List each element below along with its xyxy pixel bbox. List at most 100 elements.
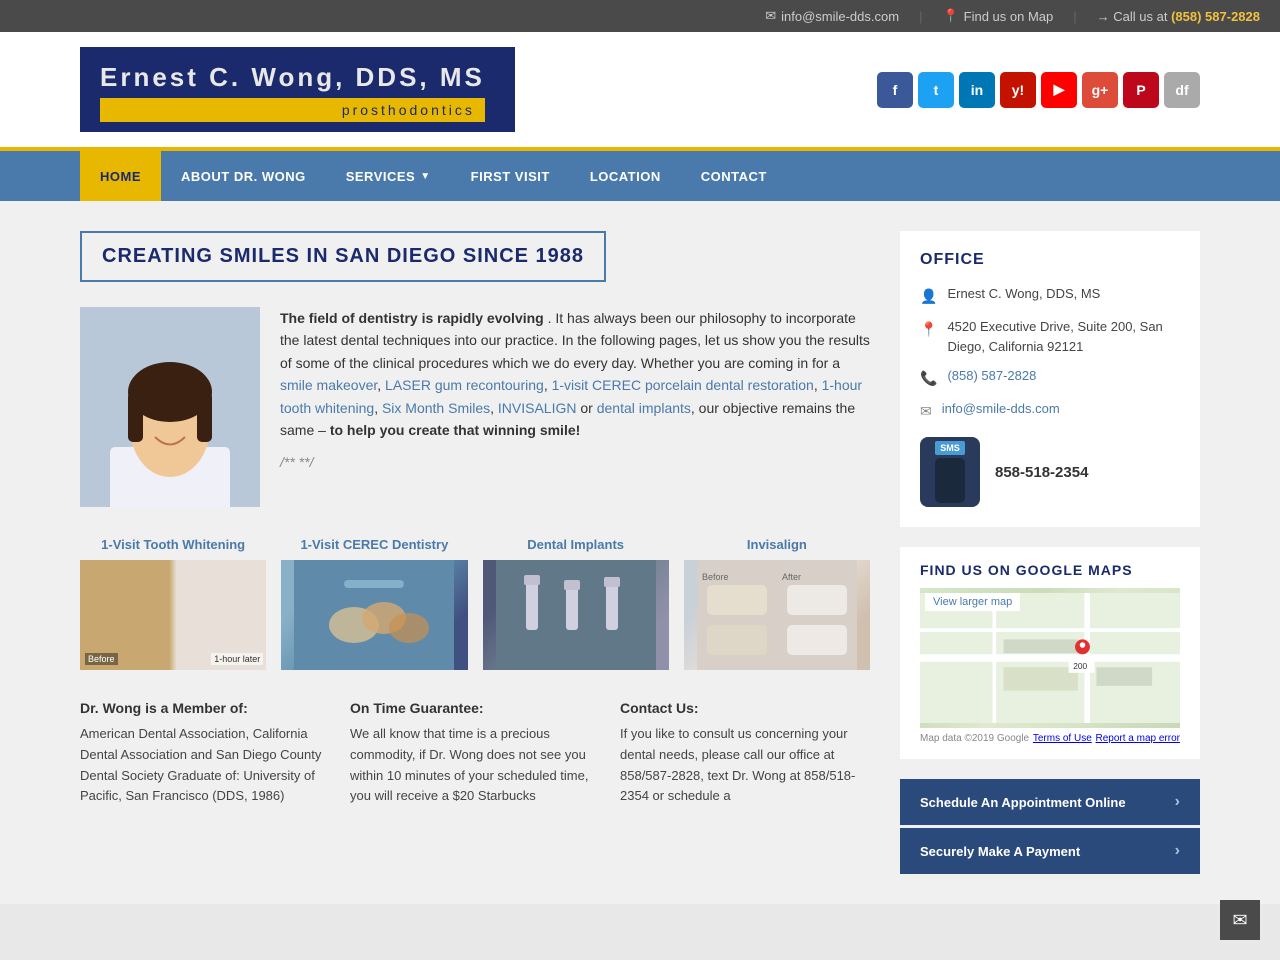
services-grid: 1-Visit Tooth Whitening 1-Visit CEREC De…: [80, 537, 870, 670]
nav-about-label: ABOUT DR. WONG: [181, 169, 306, 184]
service-whitening-image: [80, 560, 266, 670]
cta-buttons: Schedule An Appointment Online › Securel…: [900, 779, 1200, 874]
office-heading: OFFICE: [920, 251, 1180, 269]
nav-contact[interactable]: CONTACT: [681, 151, 787, 201]
map-icon: 📍: [942, 8, 958, 24]
office-email: ✉ info@smile-dds.com: [920, 399, 1180, 422]
map-data-label: Map data ©2019 Google: [920, 733, 1029, 744]
dental-implants-link[interactable]: dental implants: [597, 400, 691, 416]
svg-text:Before: Before: [702, 572, 729, 582]
map-preview: 200 View larger map: [920, 588, 1180, 728]
service-invisalign: Invisalign Before After: [684, 537, 870, 670]
make-payment-button[interactable]: Securely Make A Payment ›: [900, 828, 1200, 874]
service-whitening-link[interactable]: 1-Visit Tooth Whitening: [80, 537, 266, 552]
cerec-link[interactable]: 1-visit CEREC porcelain dental restorati…: [552, 377, 814, 393]
header: Ernest C. Wong, DDS, MS prosthodontics f…: [0, 32, 1280, 151]
smile-makeover-link[interactable]: smile makeover: [280, 377, 377, 393]
page-title: CREATING SMILES IN SAN DIEGO SINCE 1988: [102, 245, 584, 268]
view-larger-map-link[interactable]: View larger map: [925, 593, 1020, 611]
divider2: |: [1073, 9, 1076, 24]
service-implants-link[interactable]: Dental Implants: [483, 537, 669, 552]
service-invisalign-image: Before After: [684, 560, 870, 670]
person-icon: 👤: [920, 286, 937, 307]
membership-text: American Dental Association, California …: [80, 724, 330, 807]
email-icon: ✉: [920, 401, 932, 422]
invisalign-link[interactable]: INVISALIGN: [498, 400, 577, 416]
sms-number: 858-518-2354: [995, 464, 1088, 481]
nav-first-visit[interactable]: FIRST VISIT: [451, 151, 570, 201]
map-footer: Map data ©2019 Google Terms of Use Repor…: [920, 733, 1180, 744]
nav-home[interactable]: HOME: [80, 151, 161, 201]
location-icon: 📍: [920, 319, 937, 340]
logo-area: Ernest C. Wong, DDS, MS prosthodontics: [80, 47, 515, 132]
guarantee-heading: On Time Guarantee:: [350, 700, 600, 716]
divider: |: [919, 9, 922, 24]
nav-services-label: SERVICES: [346, 169, 416, 184]
terms-link[interactable]: Terms of Use: [1033, 733, 1092, 744]
arrow-icon: →: [1097, 9, 1110, 24]
page-title-box: CREATING SMILES IN SAN DIEGO SINCE 1988: [80, 231, 606, 282]
email-link[interactable]: ✉ info@smile-dds.com: [765, 8, 899, 24]
map-link[interactable]: 📍 Find us on Map: [942, 8, 1053, 24]
contact-text: If you like to consult us concerning you…: [620, 724, 870, 807]
service-cerec: 1-Visit CEREC Dentistry: [281, 537, 467, 670]
facebook-icon[interactable]: f: [877, 72, 913, 108]
six-month-link[interactable]: Six Month Smiles: [382, 400, 490, 416]
sms-row: SMS 858-518-2354: [920, 437, 1180, 507]
logo-subtitle: prosthodontics: [100, 98, 485, 122]
nav-location-label: LOCATION: [590, 169, 661, 184]
dex-icon[interactable]: df: [1164, 72, 1200, 108]
pinterest-icon[interactable]: P: [1123, 72, 1159, 108]
schedule-appointment-button[interactable]: Schedule An Appointment Online ›: [900, 779, 1200, 825]
map-heading: FIND US ON GOOGLE MAPS: [920, 562, 1180, 578]
nav-services[interactable]: SERVICES ▼: [326, 151, 451, 201]
service-implants: Dental Implants: [483, 537, 669, 670]
nav-about[interactable]: ABOUT DR. WONG: [161, 151, 326, 201]
content-area: CREATING SMILES IN SAN DIEGO SINCE 1988: [80, 231, 900, 874]
report-error-link[interactable]: Report a map error: [1096, 733, 1180, 744]
nav-contact-label: CONTACT: [701, 169, 767, 184]
office-doctor-name: 👤 Ernest C. Wong, DDS, MS: [920, 284, 1180, 307]
social-icons: f t in y! ▶ g+ P df: [877, 72, 1200, 108]
guarantee-col: On Time Guarantee: We all know that time…: [350, 700, 600, 807]
svg-text:200: 200: [1073, 661, 1087, 671]
map-box: FIND US ON GOOGLE MAPS: [900, 547, 1200, 759]
service-whitening: 1-Visit Tooth Whitening: [80, 537, 266, 670]
office-box: OFFICE 👤 Ernest C. Wong, DDS, MS 📍 4520 …: [900, 231, 1200, 527]
sms-badge: SMS: [935, 441, 965, 455]
service-cerec-image: [281, 560, 467, 670]
bottom-info-grid: Dr. Wong is a Member of: American Dental…: [80, 700, 870, 807]
googleplus-icon[interactable]: g+: [1082, 72, 1118, 108]
membership-col: Dr. Wong is a Member of: American Dental…: [80, 700, 330, 807]
doctor-name-text: Ernest C. Wong, DDS, MS: [947, 284, 1100, 304]
service-cerec-link[interactable]: 1-Visit CEREC Dentistry: [281, 537, 467, 552]
service-invisalign-link[interactable]: Invisalign: [684, 537, 870, 552]
main-container: CREATING SMILES IN SAN DIEGO SINCE 1988: [0, 201, 1280, 904]
contact-col: Contact Us: If you like to consult us co…: [620, 700, 870, 807]
mail-fab-button[interactable]: ✉: [1220, 900, 1260, 940]
nav-first-visit-label: FIRST VISIT: [471, 169, 550, 184]
svg-text:After: After: [782, 572, 801, 582]
nav-location[interactable]: LOCATION: [570, 151, 681, 201]
yelp-icon[interactable]: y!: [1000, 72, 1036, 108]
intro-bold: The field of dentistry is rapidly evolvi…: [280, 310, 544, 326]
phone-link[interactable]: (858) 587-2828: [947, 366, 1036, 386]
laser-gum-link[interactable]: LASER gum recontouring: [385, 377, 544, 393]
placeholder-code: /** **/: [280, 451, 870, 473]
office-phone: 📞 (858) 587-2828: [920, 366, 1180, 389]
chevron-right-icon: ›: [1175, 793, 1180, 811]
twitter-icon[interactable]: t: [918, 72, 954, 108]
call-label: → Call us at (858) 587-2828: [1097, 9, 1260, 24]
map-link-text: Find us on Map: [964, 9, 1054, 24]
intro-text: The field of dentistry is rapidly evolvi…: [280, 307, 870, 507]
email-text: info@smile-dds.com: [781, 9, 899, 24]
navigation: HOME ABOUT DR. WONG SERVICES ▼ FIRST VIS…: [0, 151, 1280, 201]
youtube-icon[interactable]: ▶: [1041, 72, 1077, 108]
service-implants-image: [483, 560, 669, 670]
phone-device-icon: [935, 458, 965, 503]
top-bar: ✉ info@smile-dds.com | 📍 Find us on Map …: [0, 0, 1280, 32]
phone-icon: 📞: [920, 368, 937, 389]
email-link[interactable]: info@smile-dds.com: [942, 399, 1060, 419]
chevron-right-icon2: ›: [1175, 842, 1180, 860]
linkedin-icon[interactable]: in: [959, 72, 995, 108]
